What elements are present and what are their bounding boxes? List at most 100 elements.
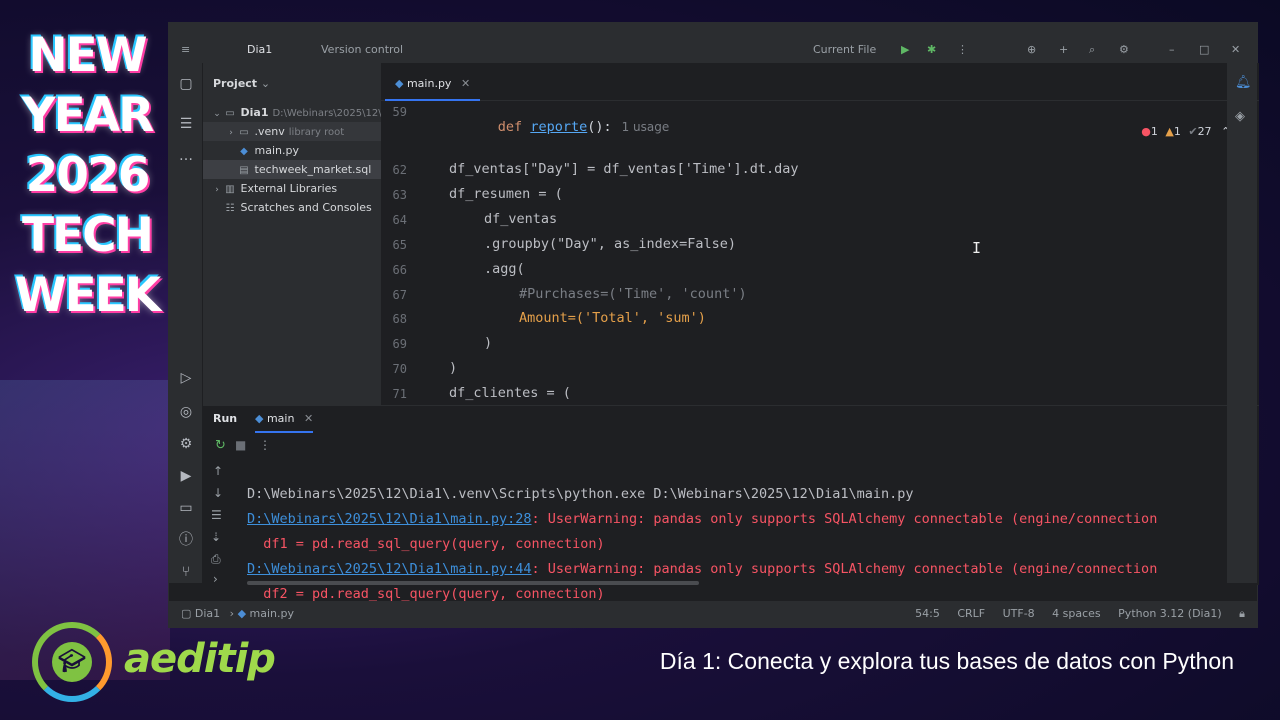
add-user-icon[interactable]: + (1059, 43, 1068, 56)
code-line[interactable]: .agg( (484, 261, 525, 277)
arrow-up-icon[interactable]: ↑ (213, 464, 223, 478)
banner-line: WEEK (14, 268, 161, 323)
python-interpreter[interactable]: Python 3.12 (Dia1) (1118, 607, 1221, 620)
run-icon[interactable]: ▶ (901, 43, 909, 56)
caret-position[interactable]: 54:5 (915, 607, 940, 620)
run-config-selector[interactable]: Current File (813, 43, 876, 56)
project-switcher[interactable]: Dia1 (247, 43, 272, 56)
lock-icon[interactable]: 🔒︎ (1239, 607, 1245, 620)
project-tool-icon[interactable]: ▢ (177, 75, 195, 93)
python-file-icon: ◆ (395, 77, 404, 90)
banner-line: 2026 (25, 148, 151, 203)
code-editor: ◆ main.py ✕ ⋮ 59 def reporte(): 1 usage ●… (381, 63, 1259, 426)
print-icon[interactable]: ⎙ (211, 552, 221, 567)
usage-hint[interactable]: 1 usage (622, 120, 670, 134)
code-with-me-icon[interactable]: ⊕ (1027, 43, 1036, 56)
run-tab-main[interactable]: ◆ main ✕ (255, 412, 314, 433)
line-separator[interactable]: CRLF (957, 607, 985, 620)
soft-wrap-icon[interactable]: ☰ (211, 508, 222, 522)
code-line[interactable]: df_ventas (484, 211, 557, 227)
folder-icon: ▭ (225, 108, 235, 119)
terminal-icon[interactable]: ▭ (177, 499, 195, 517)
tree-item-label: Dia1 (240, 106, 269, 119)
console-hscrollbar[interactable] (247, 581, 699, 585)
python-packages-icon[interactable]: ◎ (177, 403, 195, 421)
more-tools-icon[interactable]: … (177, 147, 195, 165)
chevron-right-icon[interactable]: › (213, 572, 218, 586)
file-link[interactable]: D:\Webinars\2025\12\Dia1\main.py:44 (247, 561, 531, 577)
code-line[interactable]: df_resumen = ( (449, 186, 563, 202)
tree-item-external-libraries[interactable]: › ▥ External Libraries (203, 179, 381, 198)
run-panel: Run ◆ main ✕ ↻ ■ ⋮ ↑ ↓ ☰ ⇣ ⎙ › D:\Webina… (203, 405, 1259, 602)
code-line[interactable]: Amount=('Total', 'sum') (519, 310, 706, 326)
tab-label: main (266, 412, 295, 425)
line-number: 63 (392, 187, 407, 202)
close-tab-icon[interactable]: ✕ (304, 412, 313, 425)
library-icon: ▥ (225, 184, 235, 195)
arrow-down-icon[interactable]: ↓ (213, 486, 223, 500)
line-number: 66 (392, 262, 407, 277)
tree-item-venv[interactable]: › ▭ .venv library root (203, 122, 381, 141)
project-panel: Project ⌄ ⌄ ▭ Dia1 D:\Webinars\2025\12\Dia… (203, 63, 405, 421)
console-line: df2 = pd.read_sql_query(query, connectio… (247, 586, 605, 602)
structure-tool-icon[interactable]: ☰ (177, 115, 195, 133)
more-icon[interactable]: ⋮ (957, 43, 968, 56)
tree-item-scratches[interactable]: ☷ Scratches and Consoles (203, 198, 381, 217)
graduation-cap-icon: 🎓︎ (52, 642, 92, 682)
close-window-icon[interactable]: ✕ (1231, 43, 1240, 56)
tree-item-root[interactable]: ⌄ ▭ Dia1 D:\Webinars\2025\12\Dia1 (203, 103, 404, 122)
sticky-function-header[interactable]: def reporte(): 1 usage (449, 103, 670, 151)
problems-icon[interactable]: ⓘ (177, 531, 195, 549)
file-encoding[interactable]: UTF-8 (1003, 607, 1035, 620)
warning-icon: ▲ (1165, 125, 1174, 138)
debug-icon[interactable]: ✱ (927, 43, 936, 56)
tree-item-label: Scratches and Consoles (240, 201, 372, 214)
main-menu-icon[interactable]: ≡ (181, 43, 190, 56)
console-line[interactable]: D:\Webinars\2025\12\Dia1\main.py:28: Use… (247, 511, 1157, 527)
tree-item-label: External Libraries (240, 182, 338, 195)
ai-assistant-icon[interactable]: ◈ (1235, 109, 1245, 124)
maximize-icon[interactable]: □ (1199, 43, 1209, 56)
code-line[interactable]: df_clientes = ( (449, 385, 571, 401)
run-tool-icon[interactable]: ▷ (177, 369, 195, 387)
code-line[interactable]: ) (484, 335, 492, 351)
notifications-icon[interactable]: 🔔︎ (1235, 75, 1252, 90)
tree-item-sql-file[interactable]: ▤ techweek_market.sql (203, 160, 381, 179)
git-icon[interactable]: ⑂ (177, 563, 195, 581)
editor-tab-main-py[interactable]: ◆ main.py ✕ (385, 73, 481, 101)
search-icon[interactable]: ⌕ (1089, 43, 1095, 57)
scroll-to-end-icon[interactable]: ⇣ (211, 530, 221, 544)
python-file-icon: ◆ (237, 607, 247, 620)
settings-icon[interactable]: ⚙ (1119, 43, 1129, 56)
breadcrumb-file[interactable]: main.py (250, 607, 294, 620)
console-line[interactable]: D:\Webinars\2025\12\Dia1\main.py:44: Use… (247, 561, 1157, 577)
warning-text: : UserWarning: pandas only supports SQLA… (531, 561, 1158, 577)
line-number: 59 (392, 105, 407, 119)
rerun-icon[interactable]: ↻ (215, 438, 226, 453)
debug-tool-icon[interactable]: ▶ (177, 467, 195, 485)
tree-item-main-py[interactable]: ◆ main.py (203, 141, 381, 160)
code-line[interactable]: #Purchases=('Time', 'count') (519, 286, 747, 302)
ide-window: ≡ Dia1 Version control Current File ▶ ✱ … (168, 22, 1259, 628)
minimize-icon[interactable]: – (1169, 43, 1175, 56)
services-icon[interactable]: ⚙ (177, 435, 195, 453)
line-number: 65 (392, 237, 407, 252)
banner-line: TECH (22, 208, 154, 263)
stop-icon[interactable]: ■ (235, 438, 246, 452)
breadcrumb-project[interactable]: Dia1 (195, 607, 220, 620)
close-tab-icon[interactable]: ✕ (461, 77, 470, 90)
brand-logo: 🎓︎ (32, 622, 112, 702)
code-line[interactable]: df_ventas["Day"] = df_ventas['Time'].dt.… (449, 161, 799, 177)
chevron-right-icon: › (229, 607, 235, 620)
video-subtitle: Día 1: Conecta y explora tus bases de da… (659, 648, 1234, 674)
indent-setting[interactable]: 4 spaces (1052, 607, 1101, 620)
run-panel-title: Run (213, 412, 238, 425)
event-banner: NEW YEAR 2026 TECH WEEK (12, 26, 162, 326)
code-line[interactable]: ) (449, 360, 457, 376)
more-icon[interactable]: ⋮ (259, 438, 271, 452)
file-link[interactable]: D:\Webinars\2025\12\Dia1\main.py:28 (247, 511, 531, 527)
error-icon: ● (1141, 125, 1151, 138)
code-line[interactable]: .groupby("Day", as_index=False) (484, 236, 736, 252)
project-panel-title[interactable]: Project ⌄ (213, 77, 270, 90)
vcs-widget[interactable]: Version control (321, 43, 403, 56)
